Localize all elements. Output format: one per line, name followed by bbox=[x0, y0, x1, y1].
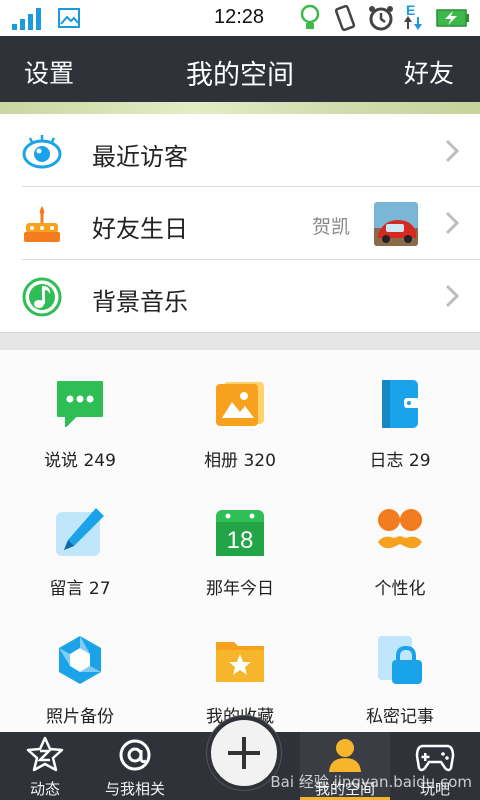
data-arrows-icon bbox=[404, 16, 422, 30]
status-time: 12:28 bbox=[214, 6, 265, 28]
grid-item-label: 相册 320 bbox=[204, 451, 276, 471]
tab-label: 动态 bbox=[29, 780, 60, 798]
calendar-day-number: 18 bbox=[227, 527, 254, 554]
diary-icon bbox=[382, 380, 420, 428]
grid-item-on-this-day[interactable]: 18 那年今日 bbox=[160, 478, 320, 602]
mustache-glasses-icon bbox=[378, 509, 422, 549]
chat-bubble-icon bbox=[57, 381, 103, 427]
grid-item-diary[interactable]: 日志 29 bbox=[320, 350, 480, 474]
grid-item-label: 个性化 bbox=[374, 579, 426, 599]
at-icon bbox=[119, 739, 151, 771]
plus-icon bbox=[228, 737, 260, 769]
grid-item-shuoshuo[interactable]: 说说 249 bbox=[0, 350, 160, 474]
grid-item-label: 说说 249 bbox=[44, 451, 116, 471]
app-header: 设置 我的空间 好友 bbox=[0, 36, 480, 102]
watermark: Bai 经验 jingyan.baidu.com bbox=[270, 773, 472, 791]
grid-item-album[interactable]: 相册 320 bbox=[160, 350, 320, 474]
tab-label: 与我相关 bbox=[104, 780, 165, 798]
alarm-icon bbox=[369, 6, 393, 31]
divider bbox=[22, 259, 480, 260]
grid-item-label: 照片备份 bbox=[46, 707, 114, 727]
grid-item-private-notes[interactable]: 私密记事 bbox=[320, 606, 480, 730]
list-item-recent-visitors[interactable]: 最近访客 bbox=[0, 116, 480, 188]
photo-album-icon bbox=[216, 382, 264, 426]
list-item-background-music[interactable]: 背景音乐 bbox=[0, 261, 480, 333]
tab-feed[interactable]: 动态 bbox=[0, 732, 90, 800]
header-decoration bbox=[0, 102, 480, 114]
gamepad-icon bbox=[415, 744, 455, 772]
battery-icon bbox=[436, 9, 469, 27]
list-item-label: 背景音乐 bbox=[92, 288, 188, 316]
user-icon bbox=[329, 739, 361, 772]
birthday-cake-icon bbox=[24, 206, 60, 242]
image-icon bbox=[58, 8, 80, 28]
tab-related[interactable]: 与我相关 bbox=[90, 732, 180, 800]
grid-item-message-board[interactable]: 留言 27 bbox=[0, 478, 160, 602]
grid-item-label: 日志 29 bbox=[369, 451, 431, 471]
grid-item-favorites[interactable]: 我的收藏 bbox=[160, 606, 320, 730]
grid-item-personalize[interactable]: 个性化 bbox=[320, 478, 480, 602]
grid-item-photo-backup[interactable]: 照片备份 bbox=[0, 606, 160, 730]
eye-icon bbox=[22, 135, 62, 169]
birthday-friend-name: 贺凯 bbox=[311, 216, 350, 238]
list-item-label: 好友生日 bbox=[92, 215, 188, 243]
music-note-icon bbox=[22, 277, 62, 317]
calendar-icon: 18 bbox=[216, 510, 264, 556]
section-separator bbox=[0, 332, 480, 351]
status-bar: 12:28 E bbox=[0, 0, 480, 36]
vibrate-icon bbox=[334, 4, 356, 32]
list-item-friend-birthday[interactable]: 好友生日 贺凯 bbox=[0, 188, 480, 260]
friends-button[interactable]: 好友 bbox=[404, 54, 454, 90]
pen-icon bbox=[56, 508, 104, 556]
lock-note-icon bbox=[378, 636, 422, 684]
chevron-right-icon bbox=[445, 211, 460, 235]
star-folder-icon bbox=[216, 642, 264, 682]
aperture-icon bbox=[59, 636, 101, 684]
list-item-label: 最近访客 bbox=[92, 143, 188, 171]
z-star-icon bbox=[26, 736, 64, 772]
lightbulb-icon bbox=[300, 4, 320, 29]
friend-avatar bbox=[374, 202, 418, 246]
grid-item-label: 留言 27 bbox=[49, 579, 111, 599]
grid-item-label: 私密记事 bbox=[366, 707, 434, 727]
feature-grid: 说说 249 相册 320 日志 29 留言 27 18 那年今日 个性化 照片… bbox=[0, 350, 480, 732]
chevron-right-icon bbox=[445, 284, 460, 308]
signal-icon bbox=[12, 8, 41, 30]
grid-item-label: 那年今日 bbox=[206, 579, 274, 599]
divider bbox=[22, 186, 480, 187]
chevron-right-icon bbox=[445, 139, 460, 163]
feature-list: 最近访客 好友生日 贺凯 背景音乐 bbox=[0, 114, 480, 332]
